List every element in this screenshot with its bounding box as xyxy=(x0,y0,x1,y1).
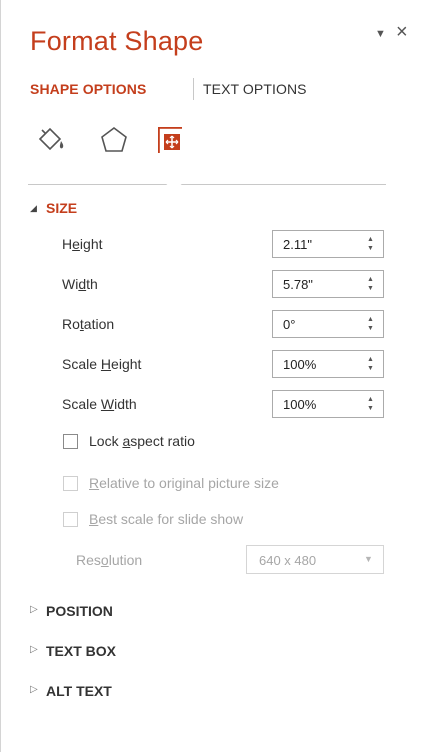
lock-aspect-ratio-checkbox[interactable] xyxy=(63,434,78,449)
rotation-input[interactable]: 0° ▲ ▼ xyxy=(272,310,384,338)
tab-separator xyxy=(193,78,194,100)
relative-to-original-checkbox xyxy=(63,476,78,491)
spin-down-icon[interactable]: ▼ xyxy=(367,365,374,373)
task-pane-options-icon[interactable]: ▼ xyxy=(375,28,386,40)
scale-height-value[interactable]: 100% xyxy=(283,357,316,372)
width-input[interactable]: 5.78" ▲ ▼ xyxy=(272,270,384,298)
height-label: Height xyxy=(62,236,103,252)
tab-shape-options[interactable]: SHAPE OPTIONS xyxy=(30,81,146,97)
section-expanded-icon[interactable]: ◢ xyxy=(30,203,37,214)
resolution-select: 640 x 480 ▼ xyxy=(246,545,384,574)
effects-icon[interactable] xyxy=(98,124,130,156)
spin-up-icon[interactable]: ▲ xyxy=(367,236,374,244)
close-icon[interactable]: × xyxy=(396,22,408,42)
section-text-box[interactable]: TEXT BOX xyxy=(46,643,116,659)
best-scale-checkbox xyxy=(63,512,78,527)
rotation-label: Rotation xyxy=(62,316,115,332)
width-label: Width xyxy=(62,276,98,292)
section-collapsed-icon[interactable]: ▷ xyxy=(30,644,38,655)
section-size[interactable]: SIZE xyxy=(46,200,77,216)
section-alt-text[interactable]: ALT TEXT xyxy=(46,683,112,699)
height-value[interactable]: 2.11" xyxy=(283,237,312,252)
spin-down-icon[interactable]: ▼ xyxy=(367,245,374,253)
spin-up-icon[interactable]: ▲ xyxy=(367,396,374,404)
width-value[interactable]: 5.78" xyxy=(283,277,313,292)
scale-height-label: Scale Height xyxy=(62,356,142,372)
relative-to-original-label: Relative to original picture size xyxy=(89,475,279,491)
scale-height-input[interactable]: 100% ▲ ▼ xyxy=(272,350,384,378)
spin-down-icon[interactable]: ▼ xyxy=(367,285,374,293)
scale-width-label: Scale Width xyxy=(62,396,137,412)
section-collapsed-icon[interactable]: ▷ xyxy=(30,684,38,695)
spin-up-icon[interactable]: ▲ xyxy=(367,316,374,324)
tab-text-options[interactable]: TEXT OPTIONS xyxy=(203,81,307,97)
lock-aspect-ratio-label[interactable]: Lock aspect ratio xyxy=(89,433,195,449)
pane-left-border xyxy=(0,0,1,752)
fill-line-icon[interactable] xyxy=(36,124,68,156)
section-collapsed-icon[interactable]: ▷ xyxy=(30,604,38,615)
spin-up-icon[interactable]: ▲ xyxy=(367,276,374,284)
spin-down-icon[interactable]: ▼ xyxy=(367,405,374,413)
section-position[interactable]: POSITION xyxy=(46,603,113,619)
best-scale-label: Best scale for slide show xyxy=(89,511,244,527)
pane-title: Format Shape xyxy=(30,26,204,56)
rotation-value[interactable]: 0° xyxy=(283,317,295,332)
scale-width-value[interactable]: 100% xyxy=(283,397,316,412)
size-properties-icon[interactable] xyxy=(154,124,186,156)
scale-width-input[interactable]: 100% ▲ ▼ xyxy=(272,390,384,418)
chevron-down-icon: ▼ xyxy=(364,554,373,564)
height-input[interactable]: 2.11" ▲ ▼ xyxy=(272,230,384,258)
resolution-label: Resolution xyxy=(76,552,143,568)
selected-category-pointer xyxy=(28,184,386,198)
spin-up-icon[interactable]: ▲ xyxy=(367,356,374,364)
spin-down-icon[interactable]: ▼ xyxy=(367,325,374,333)
resolution-value: 640 x 480 xyxy=(259,553,317,568)
